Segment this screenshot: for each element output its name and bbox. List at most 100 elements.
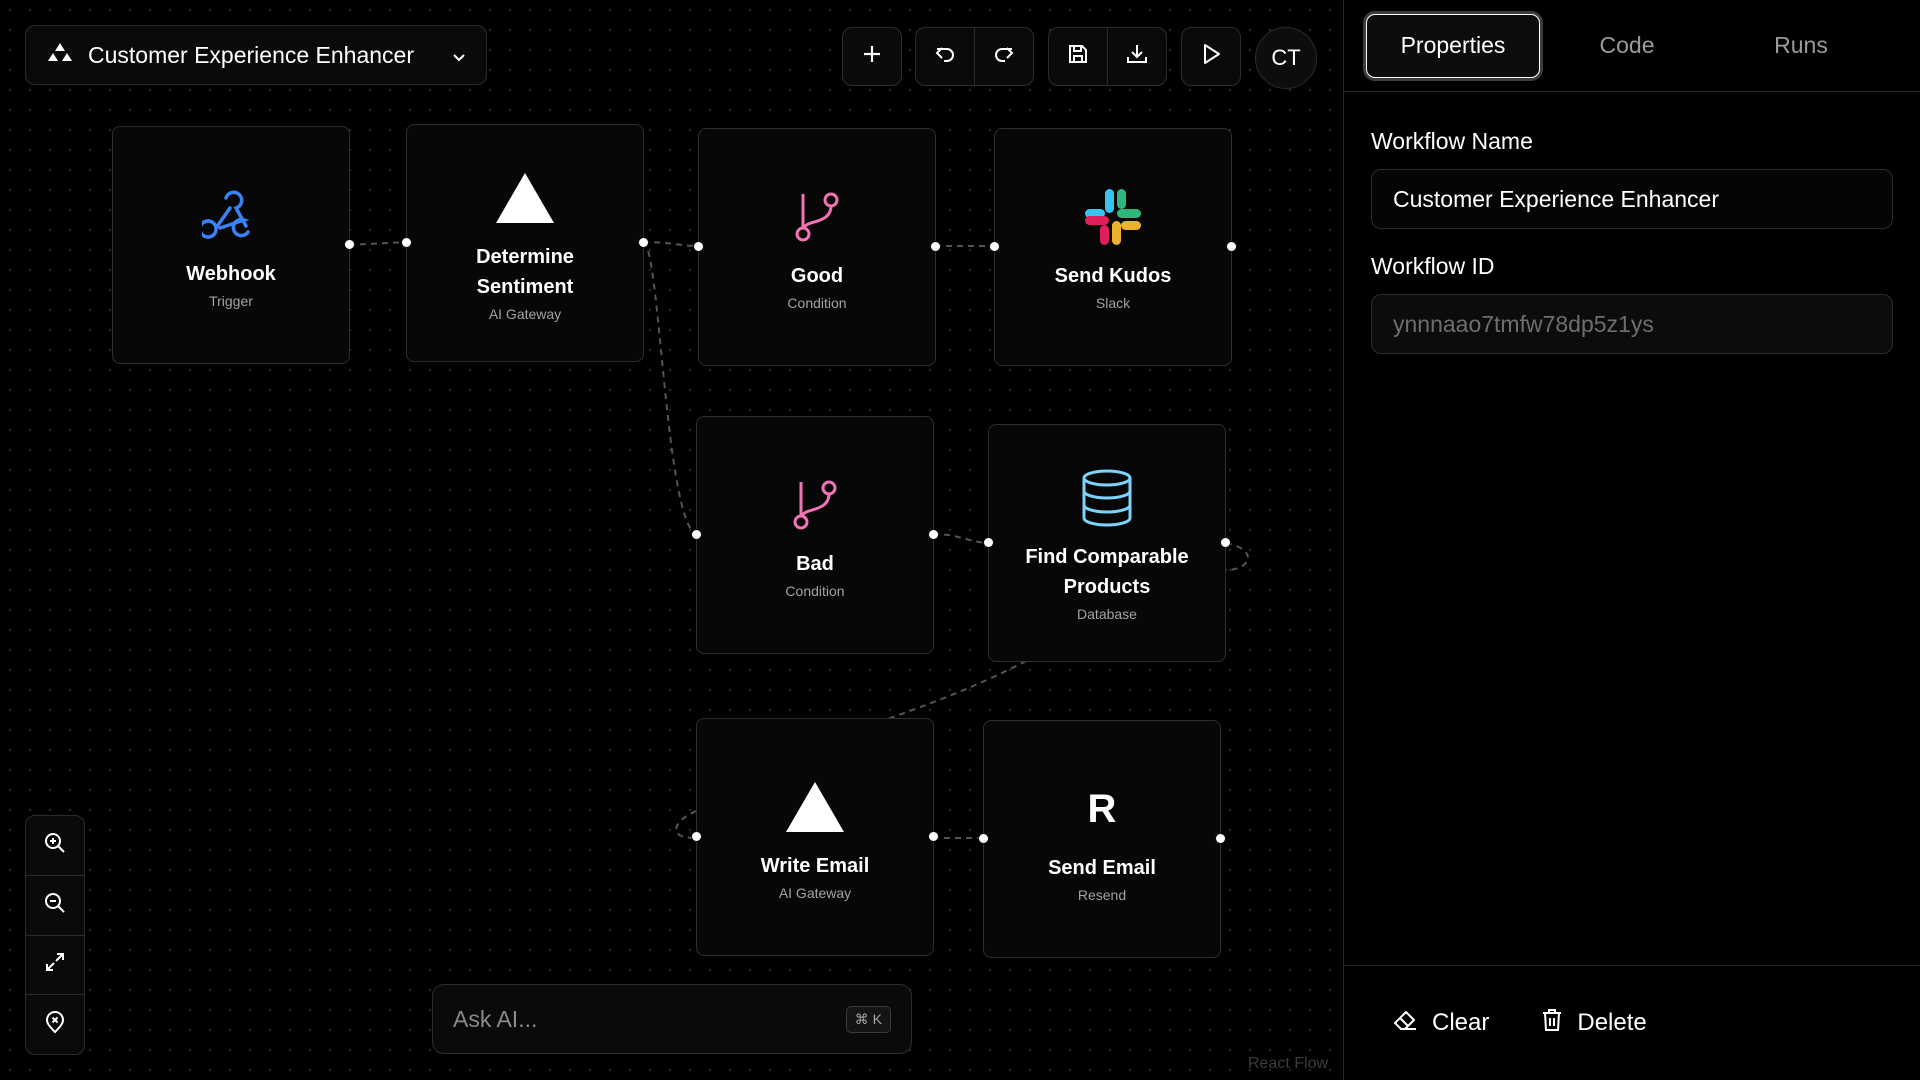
edge-webhook-sentiment xyxy=(348,241,407,246)
zoom-in-button[interactable] xyxy=(26,816,84,875)
node-subtitle: AI Gateway xyxy=(488,306,562,322)
triangle-icon xyxy=(494,164,556,232)
node-subtitle: Slack xyxy=(1095,295,1131,311)
save-button[interactable] xyxy=(1049,28,1107,85)
workflow-logo-icon xyxy=(46,41,74,69)
undo-button[interactable] xyxy=(916,28,974,85)
node-subtitle: Trigger xyxy=(209,293,253,309)
download-icon xyxy=(1125,42,1149,71)
output-handle[interactable] xyxy=(928,529,939,540)
node-send-kudos[interactable]: Send Kudos Slack xyxy=(989,128,1237,366)
clear-label: Clear xyxy=(1432,1009,1490,1036)
trash-icon xyxy=(1541,1007,1563,1040)
play-icon xyxy=(1200,42,1222,71)
output-handle[interactable] xyxy=(928,831,939,842)
git-branch-icon xyxy=(790,183,844,251)
node-bad[interactable]: Bad Condition xyxy=(691,416,939,654)
node-title: Send Kudos xyxy=(1054,265,1172,287)
workflow-title-dropdown[interactable]: Customer Experience Enhancer xyxy=(25,25,487,85)
input-handle[interactable] xyxy=(989,241,1000,252)
input-handle[interactable] xyxy=(691,831,702,842)
node-send-email[interactable]: R Send Email Resend xyxy=(978,720,1226,958)
node-subtitle: AI Gateway xyxy=(778,885,852,901)
zoom-out-button[interactable] xyxy=(26,874,84,935)
workflow-name-label: Workflow Name xyxy=(1371,128,1533,154)
panel-tabs: Properties Code Runs xyxy=(1344,0,1920,92)
run-button[interactable] xyxy=(1182,28,1240,85)
node-title: Find Comparable Products xyxy=(1025,546,1189,598)
node-title: Good xyxy=(790,265,844,287)
database-icon xyxy=(1081,464,1133,532)
toolbar-history-group xyxy=(915,27,1034,86)
input-handle[interactable] xyxy=(978,833,989,844)
add-node-button[interactable] xyxy=(843,28,901,85)
output-handle[interactable] xyxy=(930,241,941,252)
output-handle[interactable] xyxy=(1220,537,1231,548)
workflow-canvas[interactable]: Customer Experience Enhancer CT Webhook … xyxy=(0,0,1343,1080)
resend-logo-glyph: R xyxy=(1087,786,1117,831)
properties-panel: Properties Code Runs Workflow Name Custo… xyxy=(1343,0,1920,1080)
input-handle[interactable] xyxy=(691,529,702,540)
delete-button[interactable]: Delete xyxy=(1541,1007,1647,1040)
workflow-title: Customer Experience Enhancer xyxy=(88,41,414,68)
tab-code[interactable]: Code xyxy=(1540,14,1714,78)
save-icon xyxy=(1066,42,1090,71)
fit-view-button[interactable] xyxy=(26,934,84,995)
output-handle[interactable] xyxy=(1215,833,1226,844)
minimap-toggle-button[interactable] xyxy=(26,994,84,1054)
slack-icon xyxy=(1083,183,1143,251)
node-title: Send Email xyxy=(1048,857,1156,879)
tab-runs[interactable]: Runs xyxy=(1714,14,1888,78)
chevron-down-icon xyxy=(452,42,466,69)
react-flow-attribution[interactable]: React Flow xyxy=(1248,1055,1328,1073)
toolbar-file-group xyxy=(1048,27,1167,86)
output-handle[interactable] xyxy=(638,237,649,248)
user-avatar[interactable]: CT xyxy=(1255,27,1317,89)
node-subtitle: Condition xyxy=(785,583,845,599)
ask-ai-placeholder: Ask AI... xyxy=(453,1005,538,1032)
node-find-comparable-products[interactable]: Find Comparable Products Database xyxy=(983,424,1231,662)
ask-ai-input[interactable]: Ask AI... ⌘ K xyxy=(432,984,912,1054)
workflow-id-label: Workflow ID xyxy=(1371,253,1495,279)
input-handle[interactable] xyxy=(693,241,704,252)
edge-sentiment-bad xyxy=(642,241,697,535)
map-pin-off-icon xyxy=(43,1010,67,1039)
node-title: Determine Sentiment xyxy=(476,246,574,298)
panel-body: Workflow Name Customer Experience Enhanc… xyxy=(1344,92,1920,354)
webhook-icon xyxy=(202,181,260,249)
edge-bad-products xyxy=(932,533,991,544)
node-title: Write Email xyxy=(760,855,870,877)
output-handle[interactable] xyxy=(344,239,355,250)
download-button[interactable] xyxy=(1107,28,1165,85)
node-subtitle: Database xyxy=(1077,606,1137,622)
output-handle[interactable] xyxy=(1226,241,1237,252)
panel-footer: Clear Delete xyxy=(1344,965,1920,1080)
redo-button[interactable] xyxy=(974,28,1032,85)
edge-sentiment-good xyxy=(642,241,700,247)
node-subtitle: Resend xyxy=(1077,887,1127,903)
node-title: Bad xyxy=(796,553,834,575)
node-webhook[interactable]: Webhook Trigger xyxy=(112,126,355,364)
input-handle[interactable] xyxy=(983,537,994,548)
node-subtitle: Condition xyxy=(787,295,847,311)
toolbar-run-group xyxy=(1181,27,1241,86)
clear-button[interactable]: Clear xyxy=(1392,1008,1489,1039)
input-handle[interactable] xyxy=(401,237,412,248)
workflow-name-input[interactable]: Customer Experience Enhancer xyxy=(1371,169,1893,229)
delete-label: Delete xyxy=(1577,1009,1647,1036)
tab-properties[interactable]: Properties xyxy=(1366,13,1540,78)
redo-icon xyxy=(992,43,1016,70)
git-branch-icon xyxy=(788,471,842,539)
node-good[interactable]: Good Condition xyxy=(693,128,941,366)
node-determine-sentiment[interactable]: Determine Sentiment AI Gateway xyxy=(401,124,649,362)
canvas-controls xyxy=(25,815,85,1055)
zoom-out-icon xyxy=(43,891,67,920)
eraser-icon xyxy=(1392,1008,1418,1039)
node-title: Webhook xyxy=(186,263,276,285)
plus-icon xyxy=(861,43,883,70)
workflow-id-field[interactable]: ynnnaao7tmfw78dp5z1ys xyxy=(1371,294,1893,354)
node-write-email[interactable]: Write Email AI Gateway xyxy=(691,718,939,956)
zoom-in-icon xyxy=(43,831,67,860)
triangle-icon xyxy=(784,773,846,841)
keyboard-shortcut-badge: ⌘ K xyxy=(845,1005,891,1033)
